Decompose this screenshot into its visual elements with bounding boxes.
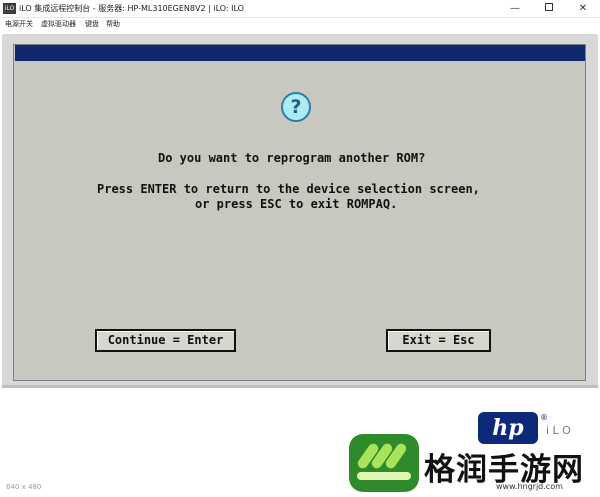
dialog-instruction-line2: or press ESC to exit ROMPAQ. [195, 197, 398, 211]
menu-item-keyboard[interactable]: 键盘 [85, 19, 99, 29]
minimize-button[interactable]: — [498, 0, 532, 18]
hp-registered-mark: ® [540, 413, 548, 422]
exit-button[interactable]: Exit = Esc [386, 329, 491, 352]
window-titlebar: iLO iLO 集成远程控制台 - 服务器: HP-ML310EGEN8V2 |… [0, 0, 600, 18]
maximize-icon [545, 3, 553, 11]
hp-logo: hp [478, 412, 538, 444]
watermark-logo-icon [349, 434, 419, 492]
menu-item-power[interactable]: 电源开关 [5, 19, 33, 29]
close-button[interactable]: ✕ [566, 0, 600, 18]
ilo-brand-text: i L O [546, 424, 571, 437]
menu-bar: 电源开关 虚拟驱动器 键盘 帮助 [0, 18, 600, 30]
maximize-button[interactable] [532, 0, 566, 18]
console-bottom-edge [2, 385, 598, 388]
question-icon: ? [281, 92, 311, 122]
resolution-label: 640 x 480 [6, 483, 42, 491]
dialog-header-bar [15, 45, 585, 61]
dialog-question: Do you want to reprogram another ROM? [158, 151, 426, 165]
watermark-url: www.hngrjd.com [496, 482, 563, 491]
window-title: iLO 集成远程控制台 - 服务器: HP-ML310EGEN8V2 | iLO… [19, 4, 244, 13]
menu-item-help[interactable]: 帮助 [106, 19, 120, 29]
dialog-instruction-line1: Press ENTER to return to the device sele… [97, 182, 480, 196]
continue-button[interactable]: Continue = Enter [95, 329, 236, 352]
ilo-app-icon: iLO [3, 3, 16, 14]
menu-item-virtual-drives[interactable]: 虚拟驱动器 [41, 19, 76, 29]
